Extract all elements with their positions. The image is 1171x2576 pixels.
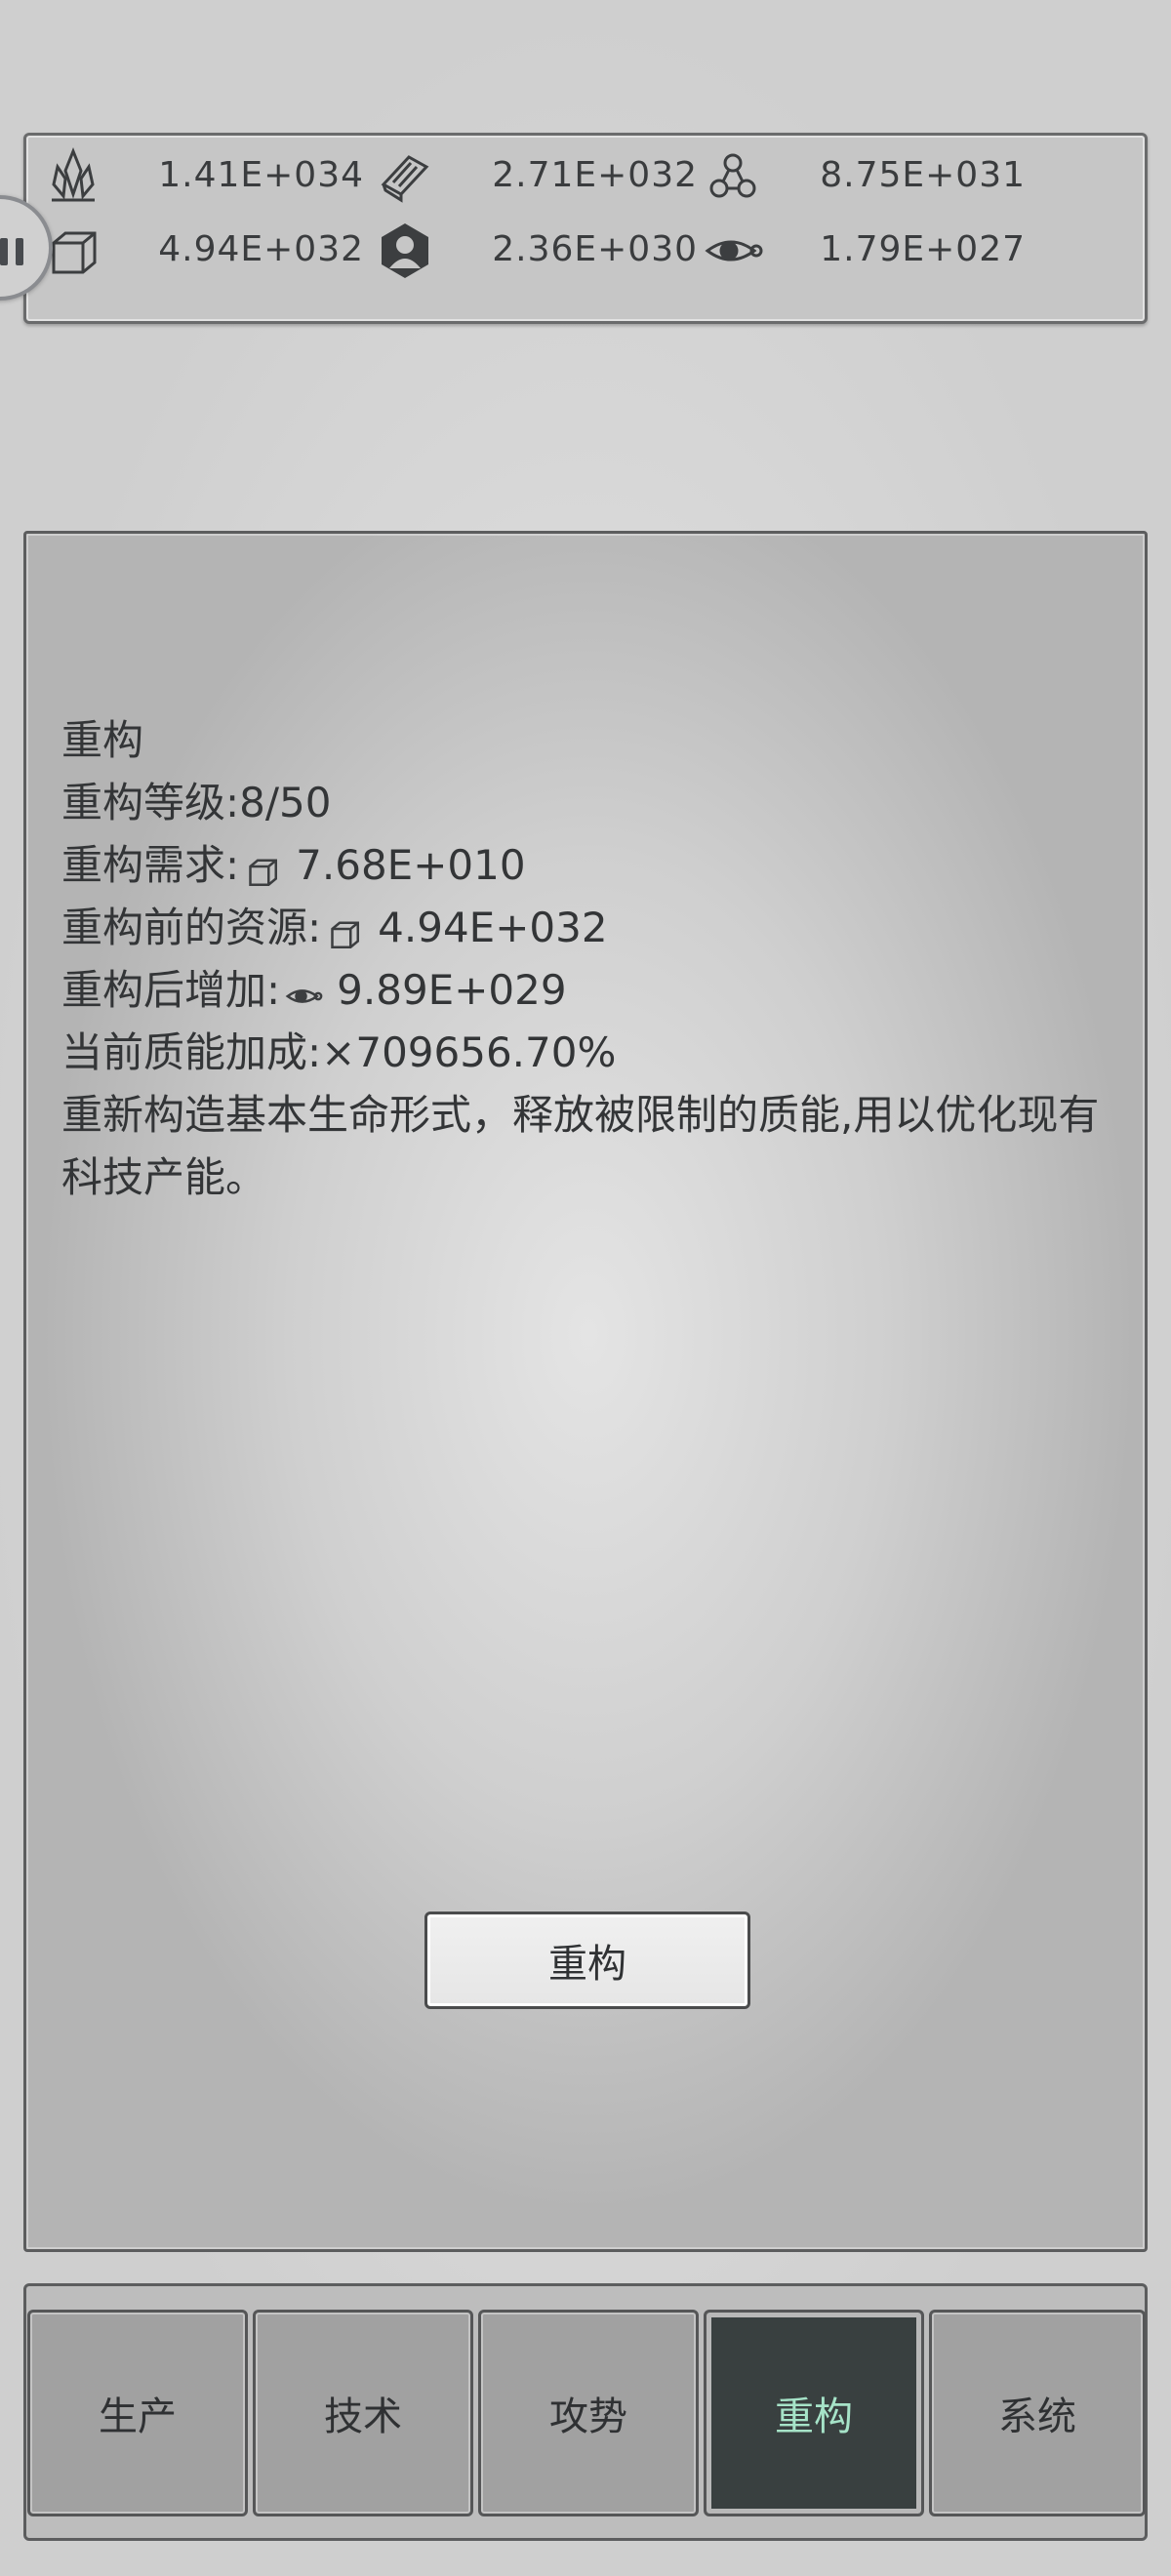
gain-value: 9.89E+029	[337, 966, 567, 1014]
rebuild-panel: 重构 重构等级: 8/50 重构需求: 7.68E+010 重构前的资源: 4.…	[23, 531, 1148, 2252]
panel-title: 重构	[61, 716, 144, 764]
handle-bar	[0, 238, 8, 265]
resource-panel: 1.41E+034 2.71E+032 8.75E+031 4.94E+032 …	[23, 133, 1148, 324]
rebuild-description: 重新构造基本生命形式，释放被限制的质能,用以优化现有科技产能。	[61, 1091, 1100, 1201]
molecule-icon	[702, 145, 764, 208]
resource-value: 2.36E+030	[492, 229, 698, 269]
resource-eye-orbit: 1.79E+027	[702, 214, 1026, 288]
rebuild-level-line: 重构等级: 8/50	[61, 772, 1125, 834]
resource-crystal: 1.41E+034	[42, 140, 364, 214]
gain-label: 重构后增加:	[61, 966, 281, 1014]
rebuild-title: 重构	[61, 709, 1125, 772]
before-label: 重构前的资源:	[61, 904, 322, 951]
rebuild-info: 重构 重构等级: 8/50 重构需求: 7.68E+010 重构前的资源: 4.…	[61, 709, 1125, 1209]
requirement-label: 重构需求:	[61, 841, 240, 889]
tab-system[interactable]: 系统	[929, 2310, 1146, 2516]
tab-rebuild[interactable]: 重构	[704, 2310, 924, 2516]
resource-value: 4.94E+032	[158, 229, 364, 269]
cube-icon	[325, 908, 364, 948]
tab-production[interactable]: 生产	[27, 2310, 248, 2516]
eye-orbit-icon	[284, 971, 323, 1010]
resource-cube: 4.94E+032	[42, 214, 364, 288]
resource-value: 8.75E+031	[820, 155, 1026, 195]
rebuild-button[interactable]: 重构	[424, 1912, 750, 2009]
ingot-icon	[374, 145, 436, 208]
resource-ingot: 2.71E+032	[374, 140, 698, 214]
requirement-value: 7.68E+010	[296, 841, 526, 889]
resource-value: 1.41E+034	[158, 155, 364, 195]
handle-bar	[16, 238, 23, 265]
crystal-icon	[42, 145, 104, 208]
eye-orbit-icon	[702, 220, 764, 282]
population-icon	[374, 220, 436, 282]
rebuild-before-line: 重构前的资源: 4.94E+032	[61, 897, 1125, 959]
tab-technology[interactable]: 技术	[253, 2310, 473, 2516]
level-label: 重构等级:	[61, 779, 240, 826]
rebuild-gain-line: 重构后增加: 9.89E+029	[61, 959, 1125, 1022]
tab-offensive[interactable]: 攻势	[478, 2310, 699, 2516]
bonus-value: ×709656.70%	[321, 1028, 617, 1076]
bonus-label: 当前质能加成:	[61, 1028, 322, 1076]
rebuild-requirement-line: 重构需求: 7.68E+010	[61, 834, 1125, 897]
resource-value: 2.71E+032	[492, 155, 698, 195]
bottom-tab-bar: 生产 技术 攻势 重构 系统	[23, 2283, 1148, 2541]
cube-icon	[243, 846, 282, 886]
resource-population: 2.36E+030	[374, 214, 698, 288]
rebuild-bonus-line: 当前质能加成: ×709656.70%	[61, 1022, 1125, 1084]
resource-molecule: 8.75E+031	[702, 140, 1026, 214]
level-value: 8/50	[239, 779, 332, 826]
resource-value: 1.79E+027	[820, 229, 1026, 269]
before-value: 4.94E+032	[378, 904, 608, 951]
